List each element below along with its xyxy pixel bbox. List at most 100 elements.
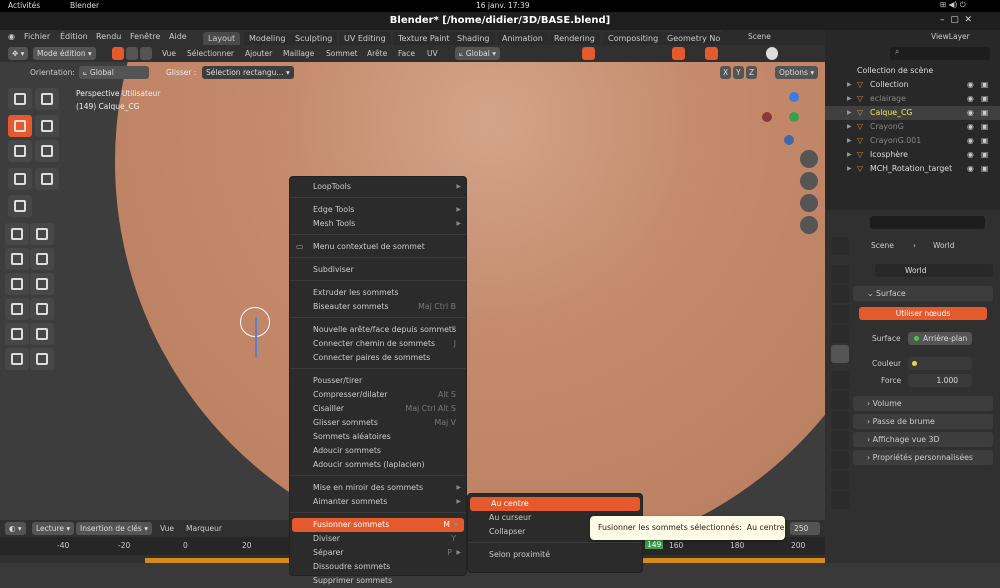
menu-item-glisser-sommets[interactable]: Glisser sommets Maj V <box>290 416 466 430</box>
window-controls[interactable]: – ▢ ✕ <box>940 15 972 25</box>
material-tab-icon[interactable] <box>831 491 849 509</box>
editor-type-button[interactable]: ✥ ▾ <box>8 47 29 60</box>
rip-tool-icon[interactable] <box>30 348 54 370</box>
outliner-row[interactable]: ▶ ▽ Icosphère ◉ ▣ <box>825 148 1000 162</box>
outliner-row[interactable]: ▶ ▽ CrayonG ◉ ▣ <box>825 120 1000 134</box>
render-camera-icon[interactable]: ▣ <box>981 120 988 134</box>
mirror-y-button[interactable]: Y <box>733 66 744 79</box>
visibility-eye-icon[interactable]: ◉ <box>967 92 974 106</box>
orientation-dropdown[interactable]: ⟀ Global <box>79 66 149 79</box>
breadcrumb-scene[interactable]: Scene <box>871 241 894 250</box>
tab-texture-paint[interactable]: Texture Paint <box>393 32 455 46</box>
render-tab-icon[interactable] <box>831 265 849 283</box>
menu-item-au-centre[interactable]: Au centre <box>470 497 640 511</box>
menu-fichier[interactable]: Fichier <box>24 32 50 41</box>
system-tray-icons[interactable]: ⊞ ◀) ⏻ <box>940 0 966 10</box>
visibility-eye-icon[interactable]: ◉ <box>967 148 974 162</box>
menu-edition[interactable]: Édition <box>60 32 88 41</box>
face-select-button[interactable] <box>140 47 152 60</box>
current-frame-indicator[interactable]: 149 <box>645 540 664 549</box>
menu-item-adoucir-sommets[interactable]: Adoucir sommets <box>290 444 466 458</box>
visibility-eye-icon[interactable]: ◉ <box>967 134 974 148</box>
tab-shading[interactable]: Shading <box>452 32 495 46</box>
loop-cut-tool-icon[interactable] <box>30 248 54 270</box>
scene-tab-icon[interactable] <box>831 325 849 343</box>
edge-select-button[interactable] <box>126 47 138 60</box>
header-menu-maillage[interactable]: Maillage <box>283 49 314 58</box>
menu-item-selon-proximite[interactable]: Selon proximité <box>468 548 642 562</box>
extrude-tool-icon[interactable] <box>5 223 29 245</box>
render-camera-icon[interactable]: ▣ <box>981 134 988 148</box>
smooth-tool-icon[interactable] <box>30 298 54 320</box>
bevel-tool-icon[interactable] <box>5 248 29 270</box>
header-menu-ajouter[interactable]: Ajouter <box>245 49 272 58</box>
expand-arrow-icon[interactable]: ▶ <box>847 162 852 176</box>
panel-proprietes-personnalisees[interactable]: › Propriétés personnalisées <box>853 450 993 465</box>
constraints-tab-icon[interactable] <box>831 451 849 469</box>
expand-arrow-icon[interactable]: ▶ <box>847 106 852 120</box>
header-menu-selectionner[interactable]: Sélectionner <box>187 49 234 58</box>
breadcrumb-world[interactable]: World <box>933 241 955 250</box>
physics-tab-icon[interactable] <box>831 431 849 449</box>
blender-logo-icon[interactable]: ◉ <box>8 32 15 41</box>
menu-fenetre[interactable]: Fenêtre <box>130 32 160 41</box>
menu-aide[interactable]: Aide <box>169 32 187 41</box>
tab-animation[interactable]: Animation <box>497 32 548 46</box>
camera-icon[interactable] <box>800 194 818 212</box>
menu-item-sommets-aleatoires[interactable]: Sommets aléatoires <box>290 430 466 444</box>
panel-affichage-vue-3d[interactable]: › Affichage vue 3D <box>853 432 993 447</box>
solid-shading-button[interactable] <box>766 47 778 60</box>
tool-tab-icon[interactable] <box>831 237 849 255</box>
select-box-tool-icon[interactable] <box>8 88 32 110</box>
expand-arrow-icon[interactable]: ▶ <box>847 78 852 92</box>
use-nodes-button[interactable]: Utiliser nœuds <box>859 307 987 320</box>
render-camera-icon[interactable]: ▣ <box>981 106 988 120</box>
menu-item-edge-tools[interactable]: Edge Tools ▶ <box>290 203 466 217</box>
output-tab-icon[interactable] <box>831 285 849 303</box>
header-menu-face[interactable]: Face <box>398 49 415 58</box>
nav-gizmo-z[interactable] <box>789 92 799 102</box>
menu-item-compresser-dilater[interactable]: Compresser/dilater Alt S <box>290 388 466 402</box>
mirror-z-button[interactable]: Z <box>746 66 758 79</box>
mirror-x-button[interactable]: X <box>720 66 732 79</box>
menu-item-extruder-les-sommets[interactable]: Extruder les sommets <box>290 286 466 300</box>
shear-tool-icon[interactable] <box>5 348 29 370</box>
strength-field[interactable]: 1.000 <box>908 374 972 387</box>
proportional-edit-button[interactable] <box>582 47 595 60</box>
menu-item-connecter-chemin-de-sommets[interactable]: Connecter chemin de sommets J <box>290 337 466 351</box>
add-cube-tool-icon[interactable] <box>8 195 32 217</box>
move-tool-icon[interactable] <box>8 115 32 137</box>
poly-build-tool-icon[interactable] <box>30 273 54 295</box>
panel-passe-de-brume[interactable]: › Passe de brume <box>853 414 993 429</box>
object-tab-icon[interactable] <box>831 371 849 389</box>
timeline-view-menu[interactable]: Vue <box>160 524 174 533</box>
tab-uv-editing[interactable]: UV Editing <box>339 32 391 46</box>
pan-hand-icon[interactable] <box>800 172 818 190</box>
particles-tab-icon[interactable] <box>831 411 849 429</box>
menu-item-aimanter-sommets[interactable]: Aimanter sommets ▶ <box>290 495 466 509</box>
render-camera-icon[interactable]: ▣ <box>981 78 988 92</box>
render-camera-icon[interactable]: ▣ <box>981 162 988 176</box>
drag-dropdown[interactable]: Sélection rectangu... ▾ <box>202 66 294 79</box>
menu-item-biseauter-sommets[interactable]: Biseauter sommets Maj Ctrl B <box>290 300 466 314</box>
menu-item-connecter-paires-de-sommets[interactable]: Connecter paires de sommets <box>290 351 466 365</box>
header-menu-arete[interactable]: Arête <box>367 49 387 58</box>
tab-layout[interactable]: Layout <box>203 32 241 46</box>
menu-item-mesh-tools[interactable]: Mesh Tools ▶ <box>290 217 466 231</box>
menu-item-pousser-tirer[interactable]: Pousser/tirer <box>290 374 466 388</box>
scale-tool-icon[interactable] <box>8 140 32 162</box>
world-datablock-field[interactable]: World <box>875 264 993 277</box>
annotate-tool-icon[interactable] <box>8 168 32 190</box>
outliner-row[interactable]: ▶ ▽ CrayonG.001 ◉ ▣ <box>825 134 1000 148</box>
menu-item-cisailler[interactable]: Cisailler Maj Ctrl Alt S <box>290 402 466 416</box>
shrink-fatten-tool-icon[interactable] <box>30 323 54 345</box>
menu-item-separer[interactable]: Séparer P ▶ <box>290 546 466 560</box>
overlay-toggle-button[interactable] <box>705 47 718 60</box>
activities-button[interactable]: Activités <box>8 1 40 10</box>
spin-tool-icon[interactable] <box>5 298 29 320</box>
tab-rendering[interactable]: Rendering <box>549 32 600 46</box>
keying-dropdown[interactable]: Insertion de clés ▾ <box>76 522 152 535</box>
menu-item-dissoudre-sommets[interactable]: Dissoudre sommets <box>290 560 466 574</box>
menu-item-diviser[interactable]: Diviser Y <box>290 532 466 546</box>
expand-arrow-icon[interactable]: ▶ <box>847 92 852 106</box>
